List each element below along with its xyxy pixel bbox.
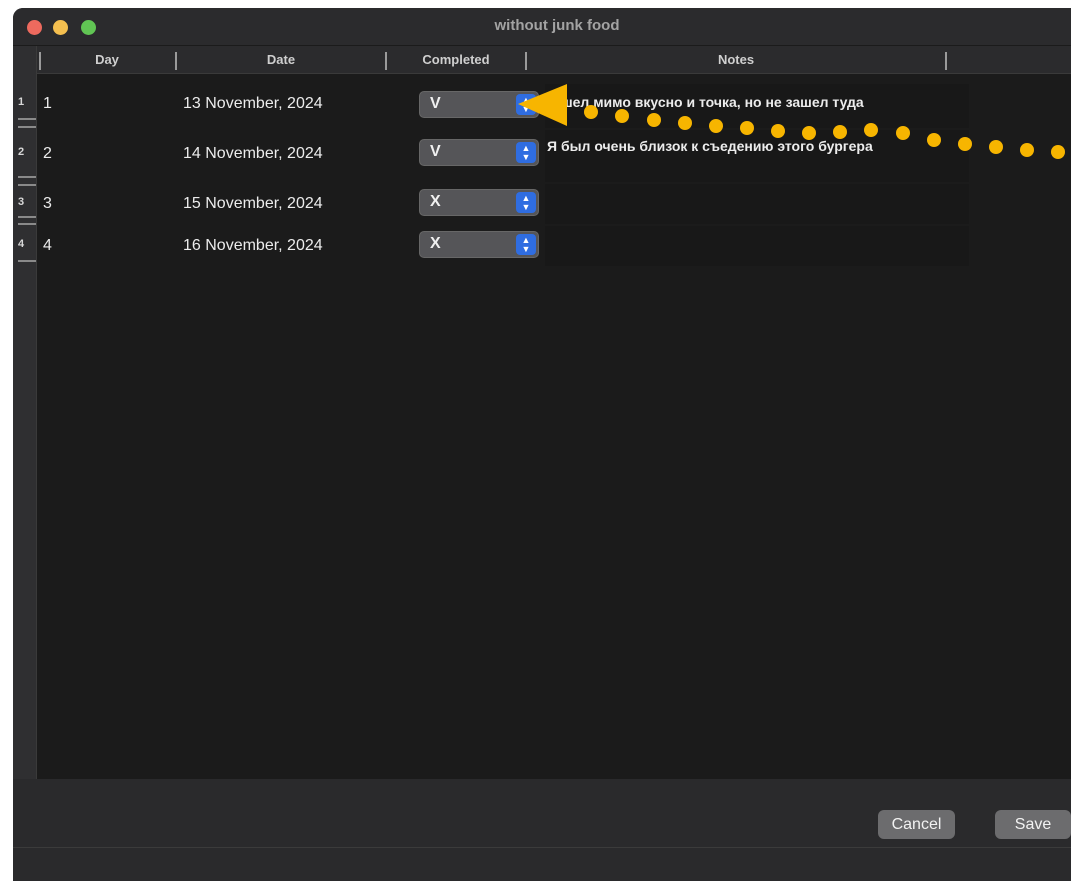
- save-button[interactable]: Save: [995, 810, 1071, 839]
- chevron-up-down-icon[interactable]: ▲ ▼: [516, 94, 536, 115]
- app-window: without junk food 1 2 3 4 Day Date Compl…: [13, 8, 1071, 881]
- row-divider: [18, 223, 36, 225]
- day-cell[interactable]: 4: [43, 237, 52, 255]
- completed-popup[interactable]: V ▲ ▼: [419, 139, 539, 166]
- row-number[interactable]: 1: [13, 96, 29, 108]
- table-row[interactable]: 3 15 November, 2024 X ▲ ▼: [37, 184, 1071, 224]
- column-separator[interactable]: [945, 52, 947, 70]
- notes-cell-background: [545, 226, 969, 266]
- window-title: without junk food: [494, 17, 620, 34]
- completed-popup[interactable]: V ▲ ▼: [419, 91, 539, 118]
- date-cell[interactable]: 13 November, 2024: [183, 95, 323, 113]
- notes-cell[interactable]: Я был очень близок к съедению этого бург…: [547, 138, 877, 155]
- date-cell[interactable]: 15 November, 2024: [183, 195, 323, 213]
- notes-cell-background: [545, 184, 969, 224]
- column-header-day[interactable]: Day: [39, 46, 175, 74]
- day-cell[interactable]: 1: [43, 95, 52, 113]
- chevron-up-down-icon[interactable]: ▲ ▼: [516, 192, 536, 213]
- row-divider: [18, 260, 36, 262]
- footer-bar: Cancel Save: [13, 779, 1071, 881]
- table-header: Day Date Completed Notes: [37, 46, 1071, 74]
- row-number[interactable]: 3: [13, 196, 29, 208]
- row-divider: [18, 118, 36, 120]
- divider: [13, 847, 1071, 848]
- table-row[interactable]: 4 16 November, 2024 X ▲ ▼: [37, 226, 1071, 266]
- table-row[interactable]: 2 14 November, 2024 V ▲ ▼ Я был очень бли…: [37, 130, 1071, 182]
- date-cell[interactable]: 16 November, 2024: [183, 237, 323, 255]
- column-header-completed[interactable]: Completed: [387, 46, 525, 74]
- day-cell[interactable]: 3: [43, 195, 52, 213]
- completed-value: X: [430, 235, 441, 252]
- chevron-up-down-icon[interactable]: ▲ ▼: [516, 142, 536, 163]
- completed-popup[interactable]: X ▲ ▼: [419, 231, 539, 258]
- day-cell[interactable]: 2: [43, 145, 52, 163]
- row-divider: [18, 126, 36, 128]
- column-header-date[interactable]: Date: [177, 46, 385, 74]
- notes-cell[interactable]: Я шел мимо вкусно и точка, но не зашел т…: [547, 94, 967, 111]
- row-divider: [18, 176, 36, 178]
- row-divider: [18, 184, 36, 186]
- title-bar: without junk food: [13, 8, 1071, 46]
- row-number-gutter: 1 2 3 4: [13, 46, 37, 779]
- cancel-button[interactable]: Cancel: [878, 810, 955, 839]
- row-number[interactable]: 4: [13, 238, 29, 250]
- chevron-up-down-icon[interactable]: ▲ ▼: [516, 234, 536, 255]
- row-number[interactable]: 2: [13, 146, 29, 158]
- row-divider: [18, 216, 36, 218]
- completed-value: V: [430, 143, 441, 160]
- completed-value: V: [430, 95, 441, 112]
- table-row[interactable]: 1 13 November, 2024 V ▲ ▼ Я шел мимо вкус…: [37, 84, 1071, 128]
- data-table: 1 2 3 4 Day Date Completed Notes 1 13 No…: [13, 46, 1071, 779]
- completed-value: X: [430, 193, 441, 210]
- completed-popup[interactable]: X ▲ ▼: [419, 189, 539, 216]
- column-header-notes[interactable]: Notes: [527, 46, 945, 74]
- date-cell[interactable]: 14 November, 2024: [183, 145, 323, 163]
